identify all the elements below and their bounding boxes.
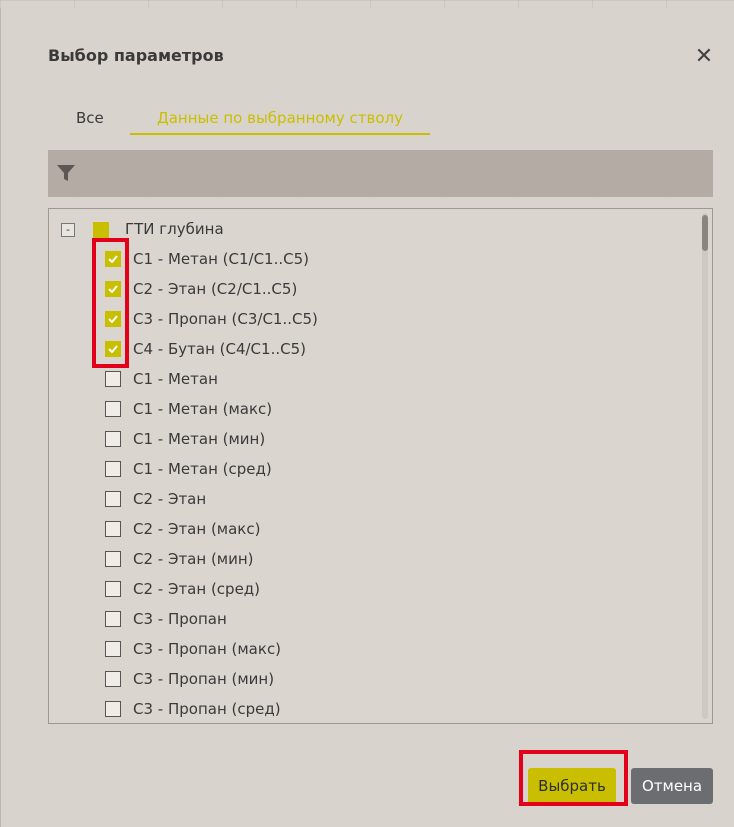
tree-item[interactable]: C3 - Пропан (C3/C1..C5) [105,304,665,334]
filter-bar[interactable] [48,150,713,197]
check-icon [108,345,118,353]
tree-item[interactable]: C3 - Пропан (макс) [105,634,665,664]
check-icon [108,315,118,323]
tree-item-label: C3 - Пропан (сред) [133,700,281,718]
checkbox[interactable] [105,521,121,537]
tree-item[interactable]: C2 - Этан (мин) [105,544,665,574]
tree-root-label: ГТИ глубина [125,220,224,238]
filter-icon[interactable] [56,163,76,183]
checkbox[interactable] [105,701,121,717]
cancel-button[interactable]: Отмена [631,768,713,804]
tree-item-label: C1 - Метан (сред) [133,460,272,478]
tree-item[interactable]: C4 - Бутан (C4/C1..C5) [105,334,665,364]
tree-item-label: C4 - Бутан (C4/C1..C5) [133,340,306,358]
checkbox[interactable] [105,431,121,447]
tree-item[interactable]: C1 - Метан (сред) [105,454,665,484]
checkbox[interactable] [105,641,121,657]
checkbox-checked[interactable] [105,341,121,357]
tree-item[interactable]: C2 - Этан [105,484,665,514]
tree-item-label: C2 - Этан [133,490,207,508]
checkbox-checked[interactable] [105,281,121,297]
tree-item-label: C1 - Метан [133,370,218,388]
tree-item-label: C2 - Этан (C2/C1..C5) [133,280,298,298]
check-icon [108,285,118,293]
tree-item[interactable]: C1 - Метан (макс) [105,394,665,424]
tree-item[interactable]: C2 - Этан (макс) [105,514,665,544]
tab-bar: Все Данные по выбранному стволу [48,103,478,137]
checkbox[interactable] [105,551,121,567]
scrollbar-thumb[interactable] [702,215,708,251]
tree-item[interactable]: C1 - Метан (мин) [105,424,665,454]
tree-item-label: C3 - Пропан (мин) [133,670,275,688]
checkbox[interactable] [105,611,121,627]
parameter-tree: - ГТИ глубина C1 - Метан (C1/C1..C5) C2 -… [48,208,713,724]
tree-item[interactable]: C2 - Этан (C2/C1..C5) [105,274,665,304]
tab-selected-well-data[interactable]: Данные по выбранному стволу [130,103,430,135]
select-button[interactable]: Выбрать [528,768,616,804]
tree-item[interactable]: C3 - Пропан [105,604,665,634]
checkbox[interactable] [105,671,121,687]
checkbox[interactable] [105,461,121,477]
tree-item[interactable]: C3 - Пропан (сред) [105,694,665,723]
tree-item-label: C3 - Пропан (C3/C1..C5) [133,310,318,328]
checkbox[interactable] [105,581,121,597]
tree-item-label: C1 - Метан (макс) [133,400,273,418]
checkbox[interactable] [105,401,121,417]
tree-item-label: C2 - Этан (макс) [133,520,261,538]
close-icon[interactable]: ✕ [691,44,717,70]
tree-root[interactable]: - ГТИ глубина [49,214,689,244]
parameter-selection-dialog: Выбор параметров ✕ Все Данные по выбранн… [0,8,734,827]
tree-item[interactable]: C1 - Метан [105,364,665,394]
tree-item-label: C1 - Метан (мин) [133,430,266,448]
checkbox-checked[interactable] [105,251,121,267]
checkbox[interactable] [105,491,121,507]
folder-icon [93,222,109,238]
tree-item[interactable]: C2 - Этан (сред) [105,574,665,604]
tree-item[interactable]: C1 - Метан (C1/C1..C5) [105,244,665,274]
tree-item-label: C3 - Пропан [133,610,227,628]
checkbox-checked[interactable] [105,311,121,327]
collapse-toggle-icon[interactable]: - [61,223,75,237]
tree-item-label: C2 - Этан (сред) [133,580,261,598]
tree-scrollbar[interactable] [702,213,708,719]
checkbox[interactable] [105,371,121,387]
tree-item[interactable]: C3 - Пропан (мин) [105,664,665,694]
check-icon [108,255,118,263]
tree-item-label: C3 - Пропан (макс) [133,640,282,658]
tree-item-label: C1 - Метан (C1/C1..C5) [133,250,309,268]
tab-all[interactable]: Все [76,103,104,133]
dialog-title: Выбор параметров [48,46,224,65]
tree-item-label: C2 - Этан (мин) [133,550,254,568]
